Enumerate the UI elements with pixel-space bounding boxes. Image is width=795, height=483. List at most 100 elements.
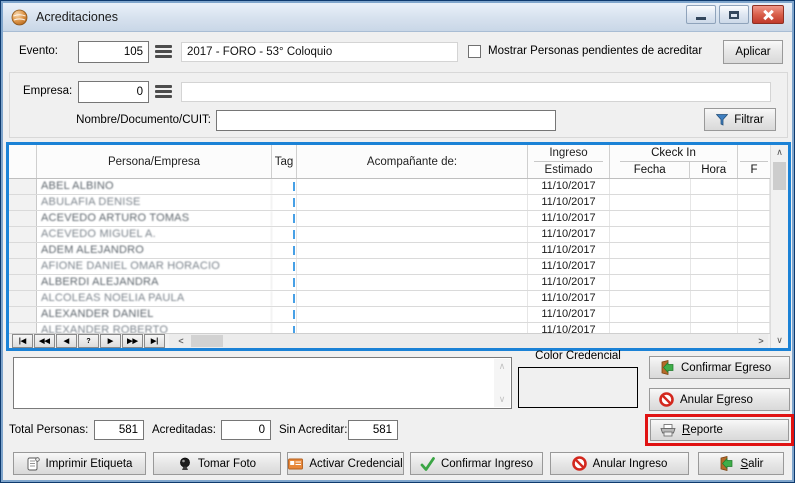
maximize-icon: [729, 11, 739, 19]
checkin-hora-cell: [691, 259, 738, 274]
maximize-button[interactable]: [719, 5, 749, 24]
tag-marker-icon: [293, 326, 295, 333]
tag-marker-icon: [293, 294, 295, 303]
row-selector[interactable]: [9, 259, 37, 274]
navigator-button[interactable]: ?: [78, 334, 99, 348]
navigator-button[interactable]: ◀◀: [34, 334, 55, 348]
total-personas-value: [94, 420, 144, 440]
table-row[interactable]: ALEXANDER DANIEL 11/10/2017: [9, 307, 770, 323]
credential-card-icon: [288, 458, 303, 470]
ingreso-estimado-cell: 11/10/2017: [528, 259, 610, 274]
anular-ingreso-button[interactable]: Anular Ingreso: [550, 452, 689, 475]
checkin-hora-column-header[interactable]: Hora: [690, 162, 737, 179]
empresa-list-icon[interactable]: [155, 85, 172, 98]
empresa-name-field: [181, 82, 771, 102]
row-selector[interactable]: [9, 211, 37, 226]
persona-cell: ADEM ALEJANDRO: [37, 243, 272, 258]
row-selector[interactable]: [9, 291, 37, 306]
ingreso-estimado-column-header[interactable]: Ingreso Estimado: [528, 145, 610, 178]
vertical-scroll-thumb[interactable]: [773, 162, 786, 190]
evento-list-icon[interactable]: [155, 45, 172, 58]
confirmar-ingreso-button[interactable]: Confirmar Ingreso: [410, 452, 543, 475]
table-row[interactable]: ABULAFIA DENISE 11/10/2017: [9, 195, 770, 211]
scroll-down-icon[interactable]: ∨: [771, 333, 788, 348]
reporte-button[interactable]: Reporte: [650, 419, 789, 441]
minimize-button[interactable]: [686, 5, 716, 24]
acompanante-cell: [297, 179, 528, 194]
filtrar-button[interactable]: Filtrar: [704, 108, 776, 131]
evento-label: Evento:: [19, 45, 58, 57]
row-selector[interactable]: [9, 307, 37, 322]
notes-scroll-up-icon[interactable]: ∧: [494, 359, 510, 374]
aplicar-button[interactable]: Aplicar: [723, 40, 783, 64]
total-personas-label: Total Personas:: [9, 424, 88, 436]
tag-marker-icon: [293, 230, 295, 239]
table-row[interactable]: ACEVEDO ARTURO TOMAS 11/10/2017: [9, 211, 770, 227]
scroll-right-icon[interactable]: >: [754, 334, 768, 348]
evento-number-input[interactable]: [78, 41, 149, 63]
row-selector[interactable]: [9, 227, 37, 242]
empresa-number-input[interactable]: [78, 81, 149, 103]
notes-textarea[interactable]: ∧ ∨: [13, 357, 512, 409]
navigator-button[interactable]: ▶|: [144, 334, 165, 348]
checkin-hora-cell: [691, 275, 738, 290]
navigator-button[interactable]: ▶: [100, 334, 121, 348]
row-selector[interactable]: [9, 179, 37, 194]
tag-marker-icon: [293, 182, 295, 191]
row-selector[interactable]: [9, 195, 37, 210]
checkin-fecha-cell: [610, 195, 691, 210]
activar-credencial-label: Activar Credencial: [309, 458, 402, 470]
close-button[interactable]: [752, 5, 784, 24]
persona-cell: ALCOLEAS NOELIA PAULA: [37, 291, 272, 306]
checkin-hora-cell: [691, 211, 738, 226]
no-entry-icon: [659, 392, 674, 407]
tag-marker-icon: [293, 278, 295, 287]
notes-scrollbar[interactable]: ∧ ∨: [494, 359, 510, 407]
notes-scroll-down-icon[interactable]: ∨: [494, 392, 510, 407]
imprimir-etiqueta-button[interactable]: Imprimir Etiqueta: [13, 452, 146, 475]
table-row[interactable]: AFIONE DANIEL OMAR HORACIO 11/10/2017: [9, 259, 770, 275]
table-row[interactable]: ALBERDI ALEJANDRA 11/10/2017: [9, 275, 770, 291]
navigator-button[interactable]: ◀: [56, 334, 77, 348]
navigator-button[interactable]: |◀: [12, 334, 33, 348]
tag-marker-icon: [293, 246, 295, 255]
grid-vertical-scrollbar[interactable]: ∧ ∨: [770, 145, 788, 348]
grid-navigator: |◀◀◀◀?▶▶▶▶|: [12, 334, 165, 348]
table-row[interactable]: ACEVEDO MIGUEL A. 11/10/2017: [9, 227, 770, 243]
door-exit-icon: [718, 456, 734, 471]
grid-horizontal-scrollbar[interactable]: < >: [169, 334, 768, 348]
confirmar-egreso-button[interactable]: Confirmar Egreso: [649, 356, 790, 379]
tag-column-header[interactable]: Tag: [272, 145, 297, 178]
row-selector[interactable]: [9, 275, 37, 290]
tomar-foto-button[interactable]: Tomar Foto: [153, 452, 281, 475]
nombre-documento-input[interactable]: [216, 110, 556, 131]
scroll-up-icon[interactable]: ∧: [771, 145, 788, 160]
horizontal-scroll-thumb[interactable]: [191, 335, 223, 347]
personas-grid[interactable]: Persona/Empresa Tag Acompañante de: Ingr…: [6, 142, 791, 351]
salir-button[interactable]: Salir: [698, 452, 784, 475]
checkin-hora-cell: [691, 179, 738, 194]
row-selector[interactable]: [9, 323, 37, 333]
tag-cell: [272, 307, 297, 322]
tag-marker-icon: [293, 198, 295, 207]
tag-cell: [272, 259, 297, 274]
persona-column-header[interactable]: Persona/Empresa: [37, 145, 272, 178]
pendientes-checkbox[interactable]: [468, 45, 481, 58]
checkin-fecha-column-header[interactable]: Fecha: [610, 162, 690, 179]
table-row[interactable]: ABEL ALBINO 11/10/2017: [9, 179, 770, 195]
row-selector[interactable]: [9, 243, 37, 258]
scroll-left-icon[interactable]: <: [174, 334, 188, 348]
table-row[interactable]: ADEM ALEJANDRO 11/10/2017: [9, 243, 770, 259]
navigator-button[interactable]: ▶▶: [122, 334, 143, 348]
extra-cell: [738, 275, 770, 290]
color-credencial-box: [518, 367, 638, 408]
acreditaciones-window: Acreditaciones Evento: 2017 - FORO - 53°…: [0, 0, 795, 483]
table-row[interactable]: ALCOLEAS NOELIA PAULA 11/10/2017: [9, 291, 770, 307]
anular-egreso-button[interactable]: Anular Egreso: [649, 388, 790, 411]
table-row[interactable]: ALEXANDER ROBERTO 11/10/2017: [9, 323, 770, 333]
acompanante-column-header[interactable]: Acompañante de:: [297, 145, 528, 178]
pendientes-label: Mostrar Personas pendientes de acreditar: [488, 45, 702, 57]
anular-ingreso-label: Anular Ingreso: [593, 458, 668, 470]
acompanante-cell: [297, 307, 528, 322]
activar-credencial-button[interactable]: Activar Credencial: [287, 452, 404, 475]
